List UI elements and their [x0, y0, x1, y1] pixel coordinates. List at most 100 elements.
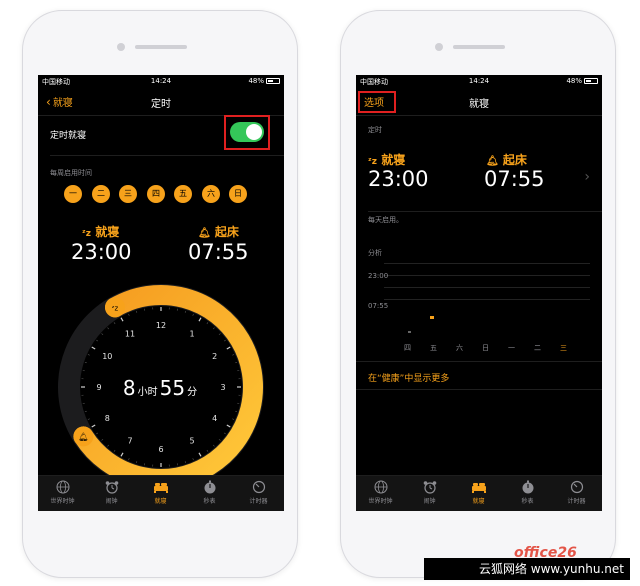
dial-tick: [235, 410, 238, 413]
tab-label: 闹钟: [105, 498, 118, 505]
bell-icon: 🔔︎: [198, 228, 211, 239]
front-camera: [117, 43, 125, 51]
tab-stopwatch[interactable]: 秒表: [503, 480, 552, 505]
chart-gridline: [384, 275, 590, 276]
day-thu[interactable]: 四: [147, 185, 165, 203]
divider: [50, 155, 284, 156]
battery-icon: [584, 78, 598, 84]
dial-tick: [212, 327, 215, 330]
dial-tick: [101, 438, 104, 441]
dial-tick: [84, 361, 87, 364]
phone-frame-right: 中国移动 14:24 48% 选项 就寝 定时 ᶻz 就寝 23:00 🔔︎ 起…: [340, 10, 616, 578]
tab-stopwatch[interactable]: 秒表: [185, 480, 234, 505]
bedtime-value: 23:00: [368, 167, 429, 191]
analysis-title: 分析: [368, 249, 382, 257]
days-title: 每周启用时间: [50, 169, 92, 177]
day-tue[interactable]: 二: [92, 185, 110, 203]
battery-percent: 48%: [248, 77, 264, 85]
highlight-box: [358, 91, 396, 113]
dial-tick: [128, 313, 130, 316]
dial-number: 6: [158, 445, 163, 454]
tab-label: 秒表: [203, 498, 216, 505]
dial-tick: [192, 313, 194, 316]
chart-gridline: [384, 263, 590, 264]
sleep-duration: 8 小时 55 分: [38, 376, 284, 400]
chart-tick-wake: 07:55: [368, 302, 389, 310]
dial-tick: [128, 458, 130, 461]
sleep-bar: [430, 316, 434, 319]
chart-tick-bedtime: 23:00: [368, 272, 389, 280]
zzz-icon: ᶻz: [82, 229, 91, 239]
wake-value: 07:55: [188, 240, 249, 264]
tab-label: 计时器: [567, 498, 586, 505]
tab-world-clock[interactable]: 世界时钟: [356, 480, 405, 505]
day-mon[interactable]: 一: [64, 185, 82, 203]
bedtime-value: 23:00: [71, 240, 132, 264]
dial-tick: [206, 449, 209, 452]
tab-bedtime[interactable]: 就寝: [454, 480, 503, 505]
tab-label: 世界时钟: [50, 498, 75, 505]
schedule-row[interactable]: ᶻz 就寝 23:00 🔔︎ 起床 07:55 ›: [356, 139, 602, 207]
day-wed[interactable]: 三: [119, 185, 137, 203]
chart-gridline: [384, 287, 590, 288]
speaker-grille: [453, 45, 505, 49]
tab-label: 闹钟: [423, 498, 436, 505]
zzz-icon: ᶻz: [368, 157, 377, 167]
health-link[interactable]: 在“健康”中显示更多: [368, 371, 449, 384]
bell-icon: 🔔︎: [78, 431, 88, 441]
highlight-box: [224, 115, 270, 150]
status-time: 14:24: [150, 77, 172, 85]
tab-label: 秒表: [521, 498, 534, 505]
sleep-bar: [408, 331, 411, 333]
timer-icon: [570, 480, 583, 494]
duration-hours: 8: [122, 376, 136, 400]
day-fri[interactable]: 五: [174, 185, 192, 203]
divider: [356, 115, 602, 116]
tab-bedtime[interactable]: 就寝: [136, 480, 185, 505]
sleep-dial[interactable]: 121234567891011 ᶻz 🔔︎: [38, 275, 284, 475]
divider: [368, 211, 602, 212]
tab-timer[interactable]: 计时器: [552, 480, 601, 505]
section-title: 定时: [368, 126, 382, 134]
dial-number: 1: [189, 329, 194, 338]
chart-day: 日: [482, 344, 489, 352]
dial-tick: [91, 346, 96, 350]
dial-tick: [87, 354, 90, 356]
day-sat[interactable]: 六: [202, 185, 220, 203]
bell-icon: 🔔︎: [486, 156, 499, 167]
stopwatch-icon: [522, 480, 533, 494]
chart-day-labels: 四 五 六 日 一 二 三: [356, 343, 602, 355]
dial-tick: [226, 346, 231, 350]
bedtime-label-group: ᶻz 就寝: [82, 223, 119, 240]
tab-world-clock[interactable]: 世界时钟: [38, 480, 87, 505]
tab-label: 就寝: [472, 498, 485, 505]
tab-timer[interactable]: 计时器: [234, 480, 283, 505]
tab-alarm[interactable]: 闹钟: [405, 480, 454, 505]
dial-tick: [84, 410, 87, 413]
tab-label: 就寝: [154, 498, 167, 505]
dial-number: 8: [105, 414, 110, 423]
chart-day: 四: [404, 344, 411, 352]
speaker-grille: [135, 45, 187, 49]
tab-bar: 世界时钟 闹钟 就寝 秒表 计时器: [356, 475, 602, 511]
dial-tick: [184, 310, 187, 313]
dial-tick: [113, 449, 116, 452]
wake-label: 起床: [214, 225, 239, 239]
bed-icon: [471, 483, 486, 493]
dial-tick: [107, 327, 110, 330]
chevron-right-icon: ›: [584, 169, 590, 185]
globe-icon: [56, 480, 69, 494]
screen-left: 中国移动 14:24 48% ‹ 就寝 定时 定时就寝 每周启用时间 一 二 三 …: [38, 75, 284, 511]
watermark-site: 云狐网络 www.yunhu.net: [424, 558, 630, 580]
dial-tick: [91, 424, 96, 428]
day-sun[interactable]: 日: [229, 185, 247, 203]
dial-number: 12: [156, 321, 166, 330]
dial-tick: [120, 317, 124, 322]
alarm-clock-icon: [423, 481, 436, 494]
nav-bar: ‹ 就寝 定时: [38, 89, 284, 115]
tab-alarm[interactable]: 闹钟: [87, 480, 136, 505]
chart-gridline: [384, 299, 590, 300]
dial-tick: [218, 333, 221, 336]
dial-tick: [232, 418, 235, 420]
battery-icon: [266, 78, 280, 84]
